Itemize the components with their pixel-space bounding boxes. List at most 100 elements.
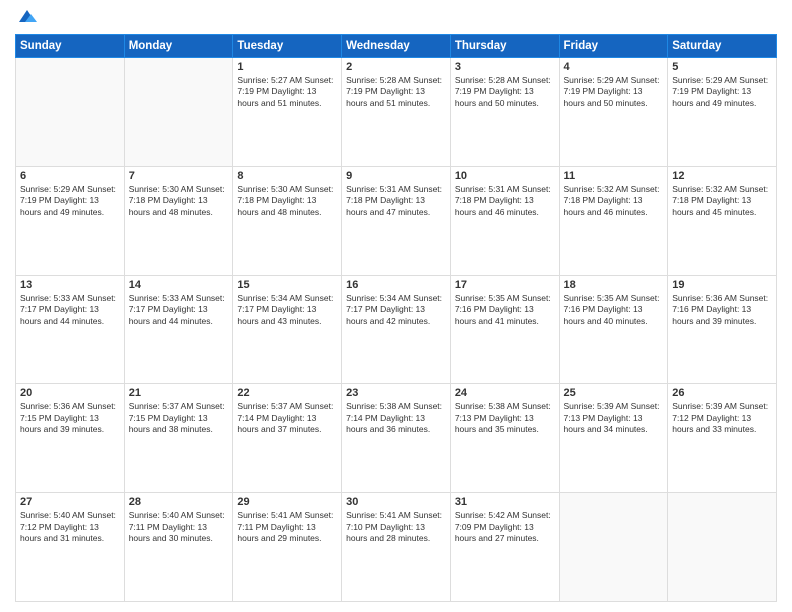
calendar-cell: 3Sunrise: 5:28 AM Sunset: 7:19 PM Daylig…	[450, 58, 559, 167]
day-number: 26	[672, 387, 772, 399]
day-number: 4	[564, 61, 664, 73]
day-number: 20	[20, 387, 120, 399]
calendar-cell: 9 Sunrise: 5:31 AM Sunset: 7:18 PM Daylig…	[342, 166, 451, 275]
calendar-cell: 13 Sunrise: 5:33 AM Sunset: 7:17 PM Dayli…	[16, 275, 125, 384]
day-info: Sunrise: 5:27 AM Sunset: 7:19 PM Dayligh…	[237, 75, 337, 109]
day-number: 7	[129, 170, 229, 182]
day-number: 27	[20, 496, 120, 508]
calendar-body: 1 Sunrise: 5:27 AM Sunset: 7:19 PM Daylig…	[16, 58, 777, 602]
dow-header-saturday: Saturday	[668, 35, 777, 58]
day-info: Sunrise: 5:28 AM Sunset: 7:19 PM Dayligh…	[455, 75, 555, 109]
calendar-cell: 26 Sunrise: 5:39 AM Sunset: 7:12 PM Dayli…	[668, 384, 777, 493]
day-info: Sunrise: 5:29 AM Sunset: 7:19 PM Dayligh…	[20, 184, 120, 218]
calendar-cell: 23Sunrise: 5:38 AM Sunset: 7:14 PM Dayli…	[342, 384, 451, 493]
day-number: 24	[455, 387, 555, 399]
day-info: Sunrise: 5:39 AM Sunset: 7:13 PM Dayligh…	[564, 401, 664, 435]
week-row-4: 20 Sunrise: 5:36 AM Sunset: 7:15 PM Dayli…	[16, 384, 777, 493]
day-number: 28	[129, 496, 229, 508]
day-number: 25	[564, 387, 664, 399]
calendar-cell: 17 Sunrise: 5:35 AM Sunset: 7:16 PM Dayli…	[450, 275, 559, 384]
calendar-cell: 6 Sunrise: 5:29 AM Sunset: 7:19 PM Daylig…	[16, 166, 125, 275]
day-info: Sunrise: 5:40 AM Sunset: 7:12 PM Dayligh…	[20, 510, 120, 544]
day-info: Sunrise: 5:36 AM Sunset: 7:15 PM Dayligh…	[20, 401, 120, 435]
day-info: Sunrise: 5:39 AM Sunset: 7:12 PM Dayligh…	[672, 401, 772, 435]
week-row-1: 1 Sunrise: 5:27 AM Sunset: 7:19 PM Daylig…	[16, 58, 777, 167]
day-info: Sunrise: 5:41 AM Sunset: 7:10 PM Dayligh…	[346, 510, 446, 544]
day-number: 13	[20, 279, 120, 291]
day-number: 29	[237, 496, 337, 508]
day-info: Sunrise: 5:31 AM Sunset: 7:18 PM Dayligh…	[346, 184, 446, 218]
dow-header-monday: Monday	[124, 35, 233, 58]
day-number: 11	[564, 170, 664, 182]
calendar-cell	[668, 493, 777, 602]
week-row-3: 13 Sunrise: 5:33 AM Sunset: 7:17 PM Dayli…	[16, 275, 777, 384]
calendar-cell: 15Sunrise: 5:34 AM Sunset: 7:17 PM Dayli…	[233, 275, 342, 384]
day-info: Sunrise: 5:32 AM Sunset: 7:18 PM Dayligh…	[564, 184, 664, 218]
calendar-cell	[124, 58, 233, 167]
day-number: 16	[346, 279, 446, 291]
day-number: 15	[237, 279, 337, 291]
day-info: Sunrise: 5:29 AM Sunset: 7:19 PM Dayligh…	[564, 75, 664, 109]
day-number: 30	[346, 496, 446, 508]
calendar-cell: 16 Sunrise: 5:34 AM Sunset: 7:17 PM Dayli…	[342, 275, 451, 384]
day-info: Sunrise: 5:30 AM Sunset: 7:18 PM Dayligh…	[237, 184, 337, 218]
day-number: 5	[672, 61, 772, 73]
day-info: Sunrise: 5:37 AM Sunset: 7:15 PM Dayligh…	[129, 401, 229, 435]
day-number: 12	[672, 170, 772, 182]
calendar-cell: 1 Sunrise: 5:27 AM Sunset: 7:19 PM Daylig…	[233, 58, 342, 167]
day-info: Sunrise: 5:40 AM Sunset: 7:11 PM Dayligh…	[129, 510, 229, 544]
day-info: Sunrise: 5:33 AM Sunset: 7:17 PM Dayligh…	[20, 293, 120, 327]
logo	[15, 10, 37, 26]
day-info: Sunrise: 5:35 AM Sunset: 7:16 PM Dayligh…	[564, 293, 664, 327]
calendar-cell: 31 Sunrise: 5:42 AM Sunset: 7:09 PM Dayli…	[450, 493, 559, 602]
day-info: Sunrise: 5:32 AM Sunset: 7:18 PM Dayligh…	[672, 184, 772, 218]
page: SundayMondayTuesdayWednesdayThursdayFrid…	[0, 0, 792, 612]
day-number: 10	[455, 170, 555, 182]
day-info: Sunrise: 5:30 AM Sunset: 7:18 PM Dayligh…	[129, 184, 229, 218]
calendar-cell: 2Sunrise: 5:28 AM Sunset: 7:19 PM Daylig…	[342, 58, 451, 167]
header	[15, 10, 777, 26]
day-number: 9	[346, 170, 446, 182]
dow-header-wednesday: Wednesday	[342, 35, 451, 58]
calendar-cell: 25 Sunrise: 5:39 AM Sunset: 7:13 PM Dayli…	[559, 384, 668, 493]
day-info: Sunrise: 5:33 AM Sunset: 7:17 PM Dayligh…	[129, 293, 229, 327]
day-info: Sunrise: 5:34 AM Sunset: 7:17 PM Dayligh…	[346, 293, 446, 327]
calendar-cell: 24Sunrise: 5:38 AM Sunset: 7:13 PM Dayli…	[450, 384, 559, 493]
calendar-cell: 19 Sunrise: 5:36 AM Sunset: 7:16 PM Dayli…	[668, 275, 777, 384]
day-of-week-row: SundayMondayTuesdayWednesdayThursdayFrid…	[16, 35, 777, 58]
calendar-cell: 10Sunrise: 5:31 AM Sunset: 7:18 PM Dayli…	[450, 166, 559, 275]
day-info: Sunrise: 5:28 AM Sunset: 7:19 PM Dayligh…	[346, 75, 446, 109]
calendar-cell: 28 Sunrise: 5:40 AM Sunset: 7:11 PM Dayli…	[124, 493, 233, 602]
day-number: 18	[564, 279, 664, 291]
day-number: 1	[237, 61, 337, 73]
day-info: Sunrise: 5:29 AM Sunset: 7:19 PM Dayligh…	[672, 75, 772, 109]
calendar-cell: 30 Sunrise: 5:41 AM Sunset: 7:10 PM Dayli…	[342, 493, 451, 602]
day-info: Sunrise: 5:36 AM Sunset: 7:16 PM Dayligh…	[672, 293, 772, 327]
dow-header-sunday: Sunday	[16, 35, 125, 58]
calendar-table: SundayMondayTuesdayWednesdayThursdayFrid…	[15, 34, 777, 602]
day-info: Sunrise: 5:35 AM Sunset: 7:16 PM Dayligh…	[455, 293, 555, 327]
day-number: 21	[129, 387, 229, 399]
calendar-cell: 21 Sunrise: 5:37 AM Sunset: 7:15 PM Dayli…	[124, 384, 233, 493]
day-info: Sunrise: 5:42 AM Sunset: 7:09 PM Dayligh…	[455, 510, 555, 544]
calendar-cell: 5 Sunrise: 5:29 AM Sunset: 7:19 PM Daylig…	[668, 58, 777, 167]
calendar-cell: 18 Sunrise: 5:35 AM Sunset: 7:16 PM Dayli…	[559, 275, 668, 384]
day-number: 6	[20, 170, 120, 182]
calendar-cell: 8Sunrise: 5:30 AM Sunset: 7:18 PM Daylig…	[233, 166, 342, 275]
day-info: Sunrise: 5:37 AM Sunset: 7:14 PM Dayligh…	[237, 401, 337, 435]
dow-header-friday: Friday	[559, 35, 668, 58]
day-number: 19	[672, 279, 772, 291]
week-row-2: 6 Sunrise: 5:29 AM Sunset: 7:19 PM Daylig…	[16, 166, 777, 275]
day-number: 17	[455, 279, 555, 291]
day-number: 31	[455, 496, 555, 508]
calendar-cell: 14 Sunrise: 5:33 AM Sunset: 7:17 PM Dayli…	[124, 275, 233, 384]
calendar-cell: 11 Sunrise: 5:32 AM Sunset: 7:18 PM Dayli…	[559, 166, 668, 275]
dow-header-thursday: Thursday	[450, 35, 559, 58]
day-number: 14	[129, 279, 229, 291]
calendar-cell: 12 Sunrise: 5:32 AM Sunset: 7:18 PM Dayli…	[668, 166, 777, 275]
calendar-cell	[559, 493, 668, 602]
calendar-cell: 29Sunrise: 5:41 AM Sunset: 7:11 PM Dayli…	[233, 493, 342, 602]
dow-header-tuesday: Tuesday	[233, 35, 342, 58]
calendar-cell: 4 Sunrise: 5:29 AM Sunset: 7:19 PM Daylig…	[559, 58, 668, 167]
calendar-cell: 22Sunrise: 5:37 AM Sunset: 7:14 PM Dayli…	[233, 384, 342, 493]
